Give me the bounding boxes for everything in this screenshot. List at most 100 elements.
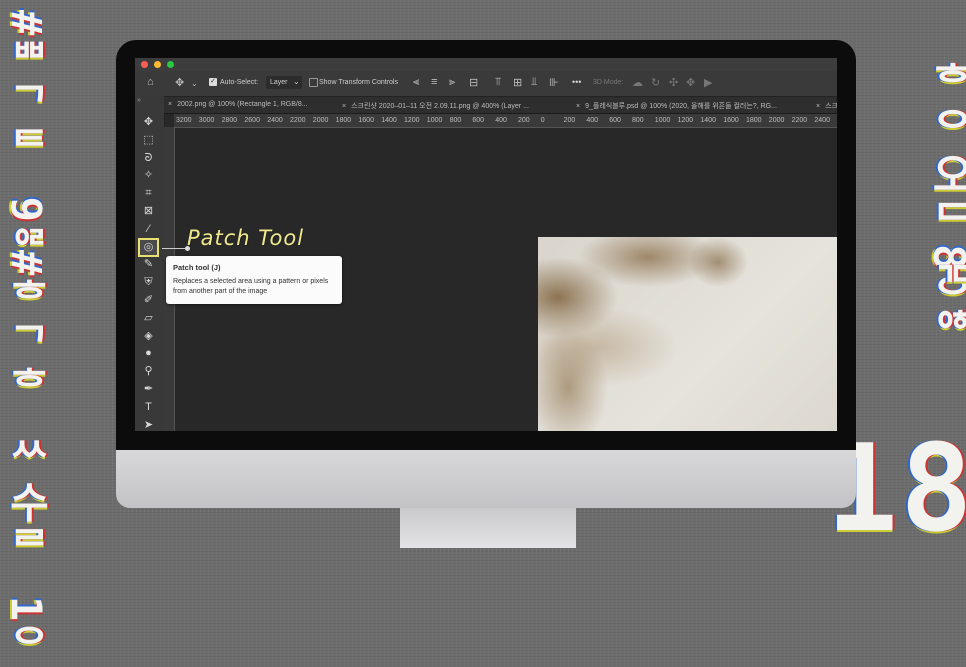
deco-text-left-bottom: #ᄒᄀᄒ ᄊ수ᄅ 1ᄋ <box>2 250 51 667</box>
path-select-tool[interactable]: ➤ <box>140 418 157 431</box>
ruler-tick-label: 2400 <box>267 117 283 124</box>
ruler-tick-label: 2800 <box>221 117 238 124</box>
monitor-chin <box>116 450 856 508</box>
lasso-tool[interactable]: ᘐ <box>140 151 157 166</box>
ruler-tick-label: 800 <box>449 117 462 124</box>
close-tab-icon[interactable]: × <box>168 101 172 108</box>
crop-tool[interactable]: ⌗ <box>140 186 157 201</box>
ruler-tick-label: 1600 <box>358 117 374 124</box>
ruler-tick-label: 1200 <box>404 117 420 124</box>
stamp-tool[interactable]: ⛨ <box>140 275 157 290</box>
move-icon[interactable]: ✥ <box>175 76 184 89</box>
more-options-button[interactable]: ••• <box>572 77 581 87</box>
document-tab[interactable]: × 스크린샷 2020–01–11 오전 2.09.11.png @ 400% (… <box>342 101 529 111</box>
auto-select-dropdown[interactable]: Layer ⌄ <box>266 76 302 89</box>
ruler-tick-label: 1200 <box>677 117 694 124</box>
ruler-tick-label: 1400 <box>700 117 716 124</box>
callout-label: Patch Tool <box>187 226 305 250</box>
document-tab-label: 2002.png @ 100% (Rectangle 1, RGB/8... <box>177 101 308 108</box>
ruler-tick-label: 1000 <box>654 117 671 124</box>
ruler-tick-label: 600 <box>472 117 485 124</box>
ruler-tick-label: 800 <box>632 117 644 124</box>
close-tab-icon[interactable]: × <box>342 103 346 110</box>
ruler-tick-label: 3200 <box>176 117 192 124</box>
align-center-icon[interactable]: ≡ <box>431 76 437 88</box>
dodge-tool[interactable]: ⚲ <box>140 364 157 379</box>
chevron-down-icon: ⌄ <box>293 77 300 86</box>
type-tool[interactable]: T <box>140 400 157 415</box>
tool-tooltip: Patch tool (J) Replaces a selected area … <box>166 256 342 304</box>
ruler-tick-label: 1800 <box>746 117 762 124</box>
history-brush-tool[interactable]: ✐ <box>140 293 157 308</box>
magic-wand-tool[interactable]: ✧ <box>140 168 157 183</box>
orbit-3d-icon[interactable]: ☁ <box>632 76 643 89</box>
pen-tool[interactable]: ✒ <box>140 382 157 397</box>
document-tab[interactable]: × 9_플레식블루.psd @ 100% (2020, 올해를 위흔들 컬러는?,… <box>576 101 777 111</box>
title-bar <box>135 58 837 71</box>
align-top-icon[interactable]: ⫪ <box>495 76 501 89</box>
distribute-vertical-icon[interactable]: ⊪ <box>549 76 559 89</box>
auto-select-value: Layer <box>270 79 288 86</box>
auto-select-label: Auto-Select: <box>220 79 259 86</box>
document-tab-label: 스크린샷 2020–01–11 오전 2.09.11.png @ 400% (L… <box>351 103 529 110</box>
ruler-tick-label: 1000 <box>426 117 443 124</box>
3d-mode-label: 3D Mode: <box>593 79 624 86</box>
auto-select-checkbox[interactable]: ✓ <box>209 78 217 86</box>
ruler-tick-label: 1600 <box>723 117 739 124</box>
tools-panel: » ✥ ⬚ ᘐ ✧ ⌗ ⊠ ⁄ ◎ ✎ ⛨ ✐ ▱ ◈ ● ⚲ ✒ T ➤ <box>135 96 165 431</box>
close-window-button[interactable] <box>141 61 148 68</box>
document-tab[interactable]: × 스크린 <box>816 101 837 111</box>
chevron-down-icon[interactable]: ⌄ <box>191 79 198 88</box>
panel-collapse-icon[interactable]: » <box>137 97 141 104</box>
align-right-icon[interactable]: ⫸ <box>449 76 455 89</box>
deco-text-left-top: #ᄈᄀᄐ 9ᄋᄅ <box>2 10 51 268</box>
align-middle-icon[interactable]: ⊞ <box>513 76 522 89</box>
align-left-icon[interactable]: ⫷ <box>413 76 419 89</box>
ruler-tick-label: 2000 <box>768 117 785 124</box>
align-bottom-icon[interactable]: ⫫ <box>531 76 537 89</box>
ruler-tick-label: 200 <box>563 117 576 124</box>
eyedropper-tool[interactable]: ⁄ <box>140 222 157 237</box>
brush-tool[interactable]: ✎ <box>140 257 157 272</box>
ruler-tick-label: 2600 <box>244 117 260 124</box>
ruler-tick-label: 0 <box>540 117 545 124</box>
canvas-image[interactable] <box>538 237 837 431</box>
document-tab[interactable]: × 2002.png @ 100% (Rectangle 1, RGB/8... <box>168 101 308 108</box>
monitor-stand <box>400 508 576 548</box>
ruler-tick-label: 1400 <box>381 117 397 124</box>
marquee-tool[interactable]: ⬚ <box>140 133 157 148</box>
ruler-tick-label: 200 <box>518 117 530 124</box>
ruler-tick-label: 600 <box>609 117 621 124</box>
pan-3d-icon[interactable]: ✣ <box>669 76 678 89</box>
blur-tool[interactable]: ● <box>140 346 157 361</box>
show-transform-checkbox[interactable] <box>309 78 318 87</box>
roll-3d-icon[interactable]: ↻ <box>651 76 660 89</box>
ruler-tick-label: 2200 <box>791 117 808 124</box>
move-tool[interactable]: ✥ <box>140 115 157 130</box>
zoom-window-button[interactable] <box>167 61 174 68</box>
options-bar: ⌂ ✥ ⌄ ✓ Auto-Select: Layer ⌄ Show Transf… <box>135 71 837 97</box>
patch-tool[interactable]: ◎ <box>138 237 159 257</box>
tooltip-title: Patch tool (J) <box>173 263 221 272</box>
tooltip-description: Replaces a selected area using a pattern… <box>173 278 329 295</box>
paint-bucket-tool[interactable]: ◈ <box>140 329 157 344</box>
slide-3d-icon[interactable]: ✥ <box>686 76 695 89</box>
show-transform-label: Show Transform Controls <box>319 79 398 86</box>
ruler-tick-label: 2200 <box>290 117 306 124</box>
eraser-tool[interactable]: ▱ <box>140 311 157 326</box>
ruler-tick-label: 400 <box>495 117 507 124</box>
ruler-tick-label: 2400 <box>814 117 830 124</box>
home-icon[interactable]: ⌂ <box>147 76 154 88</box>
close-tab-icon[interactable]: × <box>816 103 820 110</box>
horizontal-ruler: 3200 3000 2800 2600 2400 2200 2000 1800 1600 1400… <box>174 114 837 128</box>
close-tab-icon[interactable]: × <box>576 103 580 110</box>
document-tabs: × 2002.png @ 100% (Rectangle 1, RGB/8... ×… <box>164 97 837 114</box>
ruler-tick-label: 1800 <box>335 117 352 124</box>
ruler-tick-label: 400 <box>586 117 599 124</box>
distribute-icon[interactable]: ⊟ <box>469 76 478 89</box>
camera-3d-icon[interactable]: ▶ <box>704 76 712 89</box>
frame-tool[interactable]: ⊠ <box>140 204 157 219</box>
minimize-window-button[interactable] <box>154 61 161 68</box>
deco-text-right-bottom: ᄀᄃᄋᄒ <box>923 260 966 352</box>
ruler-tick-label: 3000 <box>198 117 215 124</box>
